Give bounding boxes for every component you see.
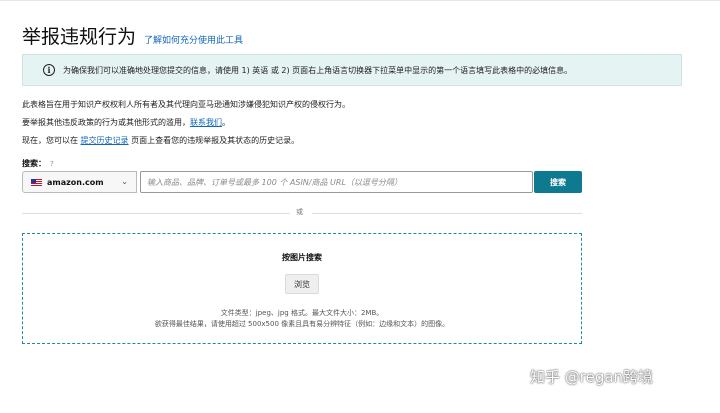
image-dropzone[interactable]: 按图片搜索 浏览 文件类型：jpeg、jpg 格式。最大文件大小：2MB。 欲获… (22, 233, 582, 344)
browse-button[interactable]: 浏览 (285, 274, 319, 294)
search-input[interactable] (140, 171, 533, 193)
help-icon[interactable]: ? (50, 160, 54, 168)
divider-left (22, 213, 290, 214)
intro-line-3-prefix: 现在，您可以在 (22, 136, 78, 145)
divider-right (312, 213, 582, 214)
image-search-title: 按图片搜索 (282, 253, 322, 262)
info-banner-text: 为确保我们可以准确地处理您提交的信息，请使用 1) 英语 或 2) 页面右上角语… (63, 65, 573, 75)
intro-line-2-suffix: 。 (222, 118, 230, 127)
search-label: 搜索： (22, 159, 46, 168)
top-border (0, 0, 720, 1)
intro-line-3-suffix: 页面上查看您的违规举报及其状态的历史记录。 (131, 136, 300, 145)
marketplace-value: amazon.com (47, 177, 104, 187)
intro-line-2-prefix: 要举报其他违反政策的行为或其他形式的滥用， (22, 118, 190, 127)
search-label-row: 搜索： ? (22, 158, 54, 169)
intro-line-3: 现在，您可以在 提交历史记录 页面上查看您的违规举报及其状态的历史记录。 (22, 135, 299, 146)
chevron-down-icon: ⌄ (121, 177, 128, 186)
submission-history-link[interactable]: 提交历史记录 (81, 136, 129, 145)
watermark: 知乎 @regan跨境 (530, 368, 654, 386)
page-title: 举报违规行为 (22, 26, 137, 48)
search-button[interactable]: 搜索 (534, 171, 582, 193)
title-row: 举报违规行为 了解如何充分使用此工具 (22, 22, 243, 49)
us-flag-icon (31, 178, 42, 186)
intro-line-1: 此表格旨在用于知识产权权利人所有者及其代理向亚马逊通知涉嫌侵犯知识产权的侵权行为… (22, 100, 350, 109)
image-size-hint: 欲获得最佳结果，请使用超过 500x500 像素且具有易分辨特征（例如：边缘和文… (154, 320, 450, 328)
or-separator: 或 (296, 208, 303, 216)
contact-us-link[interactable]: 联系我们 (190, 118, 222, 127)
file-type-hint: 文件类型：jpeg、jpg 格式。最大文件大小：2MB。 (220, 309, 384, 317)
help-link[interactable]: 了解如何充分使用此工具 (144, 33, 243, 46)
info-banner: i 为确保我们可以准确地处理您提交的信息，请使用 1) 英语 或 2) 页面右上… (22, 54, 682, 86)
intro-line-2: 要举报其他违反政策的行为或其他形式的滥用，联系我们。 (22, 117, 230, 128)
marketplace-select[interactable]: amazon.com ⌄ (22, 171, 137, 193)
info-icon: i (43, 64, 55, 76)
